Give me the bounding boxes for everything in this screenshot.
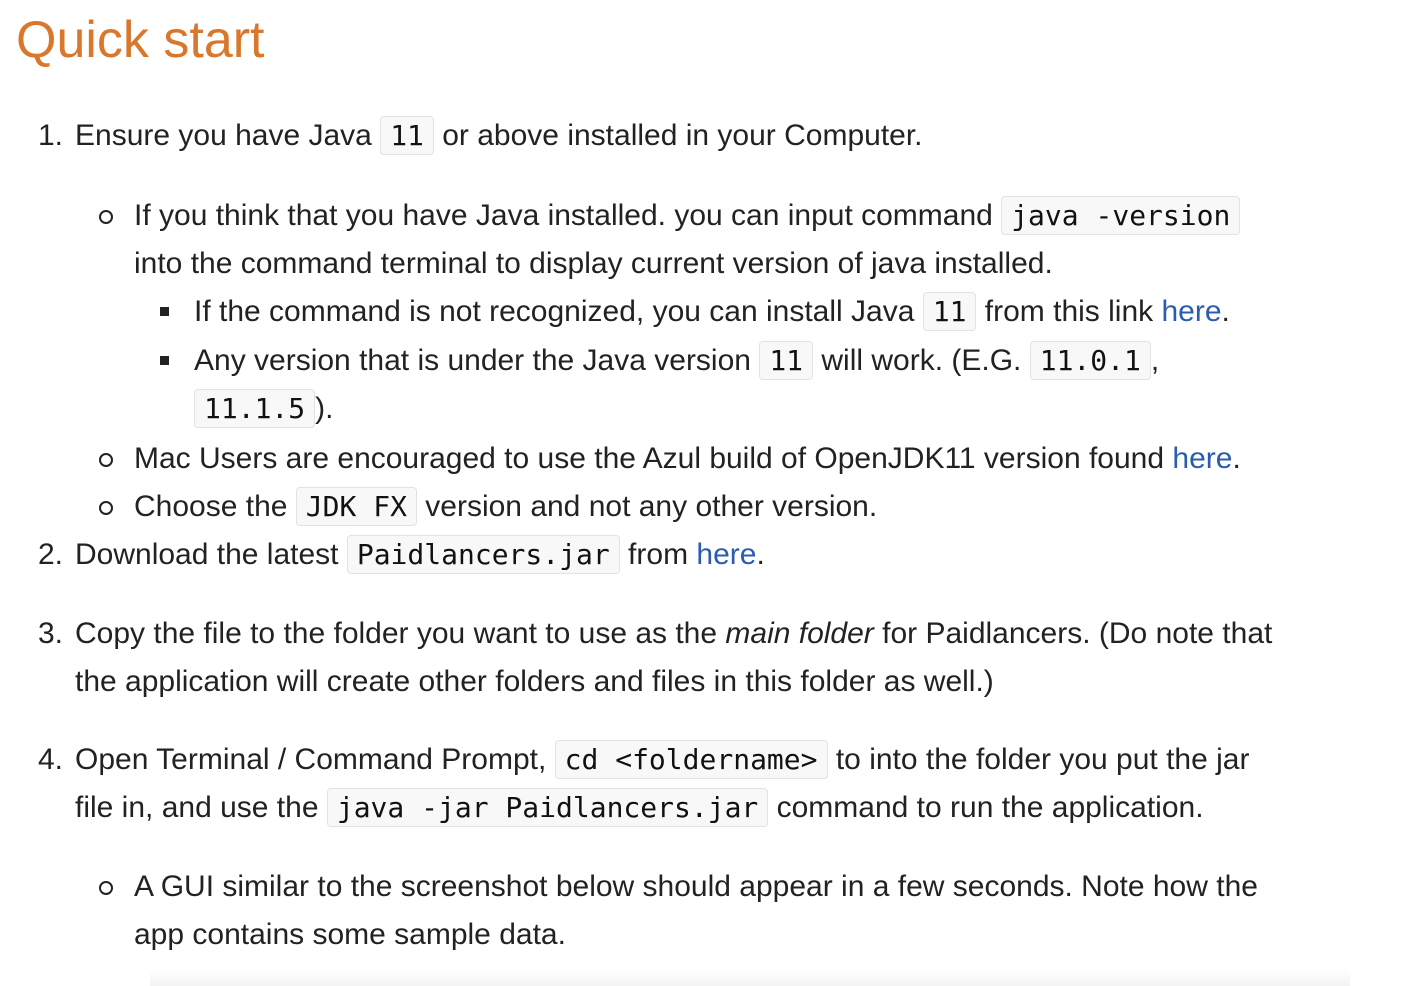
step-3-text: Copy the file to the folder you want to … bbox=[75, 610, 1272, 658]
step-2-post: . bbox=[756, 538, 765, 571]
screenshot-preview-edge bbox=[150, 970, 1350, 986]
step-3-pre: Copy the file to the folder you want to … bbox=[75, 617, 726, 650]
sub-bullet-install-post: . bbox=[1221, 295, 1230, 328]
comma: , bbox=[1150, 344, 1160, 377]
step-2-mid: from bbox=[619, 538, 697, 571]
step-2-number: 2. bbox=[38, 538, 64, 571]
square-bullet-icon bbox=[160, 356, 169, 365]
azul-openjdk-link[interactable]: here bbox=[1172, 442, 1232, 475]
step-4-line2-pre: file in, and use the bbox=[75, 791, 327, 824]
circle-bullet-icon bbox=[99, 501, 113, 515]
step-1-post: or above installed in your Computer. bbox=[433, 119, 923, 152]
bullet-jdk-post: version and not any other version. bbox=[416, 490, 878, 523]
bullet-jdk-pre: Choose the bbox=[134, 490, 296, 523]
step-4-text: Open Terminal / Command Prompt, cd <fold… bbox=[75, 736, 1249, 784]
step-1-number: 1. bbox=[38, 119, 64, 152]
sub-bullet-version-pre: Any version that is under the Java versi… bbox=[194, 344, 760, 377]
circle-bullet-icon bbox=[99, 881, 113, 895]
bullet-jdk-fx: Choose the JDK FX version and not any ot… bbox=[134, 483, 877, 531]
readme-page: Quick start 1. Ensure you have Java 11 o… bbox=[0, 0, 1410, 986]
java-11-code: 11 bbox=[922, 292, 977, 331]
bullet-check-java-pre: If you think that you have Java installe… bbox=[134, 199, 1002, 232]
sub-bullet-install-pre: If the command is not recognized, you ca… bbox=[194, 295, 923, 328]
version-11-0-1-code: 11.0.1 bbox=[1029, 341, 1151, 380]
jdk-fx-code: JDK FX bbox=[295, 487, 417, 526]
java-download-link[interactable]: here bbox=[1161, 295, 1221, 328]
step-3-number: 3. bbox=[38, 617, 64, 650]
version-11-1-5-code: 11.1.5 bbox=[194, 389, 316, 428]
step-4-number: 4. bbox=[38, 743, 64, 776]
sub-bullet-any-version-line2: 11.1.5). bbox=[194, 385, 333, 433]
java-11-code: 11 bbox=[759, 341, 814, 380]
circle-bullet-icon bbox=[99, 210, 113, 224]
step-1-text: Ensure you have Java 11 or above install… bbox=[75, 112, 923, 160]
square-bullet-icon bbox=[160, 307, 169, 316]
java-jar-command-code: java -jar Paidlancers.jar bbox=[326, 788, 769, 827]
page-title: Quick start bbox=[16, 11, 265, 69]
bullet-gui-appear-line2: app contains some sample data. bbox=[134, 918, 566, 951]
bullet-mac-pre: Mac Users are encouraged to use the Azul… bbox=[134, 442, 1173, 475]
step-4-line2: file in, and use the java -jar Paidlance… bbox=[75, 784, 1204, 832]
step-4-line2-post: command to run the application. bbox=[768, 791, 1204, 824]
circle-bullet-icon bbox=[99, 453, 113, 467]
java-version-command-code: java -version bbox=[1001, 196, 1241, 235]
sub-bullet-any-version: Any version that is under the Java versi… bbox=[194, 337, 1159, 385]
java-version-code: 11 bbox=[380, 116, 434, 155]
step-3-line2: the application will create other folder… bbox=[75, 665, 994, 698]
jar-file-code: Paidlancers.jar bbox=[346, 535, 620, 574]
bullet-gui-appear: A GUI similar to the screenshot below sh… bbox=[134, 870, 1258, 903]
main-folder-emphasis: main folder bbox=[725, 617, 874, 650]
step-2-text: Download the latest Paidlancers.jar from… bbox=[75, 531, 765, 579]
sub-bullet-install-mid: from this link bbox=[976, 295, 1162, 328]
step-4-mid: to into the folder you put the jar bbox=[827, 743, 1250, 776]
step-3-post: for Paidlancers. (Do note that bbox=[873, 617, 1273, 650]
bullet-check-java-line2: into the command terminal to display cur… bbox=[134, 247, 1053, 280]
sub-bullet-install-java: If the command is not recognized, you ca… bbox=[194, 288, 1230, 336]
step-2-pre: Download the latest bbox=[75, 538, 347, 571]
sub-bullet-version-mid: will work. (E.G. bbox=[813, 344, 1030, 377]
step-4-pre: Open Terminal / Command Prompt, bbox=[75, 743, 555, 776]
bullet-mac-post: . bbox=[1232, 442, 1241, 475]
sub-bullet-version-post: ). bbox=[315, 392, 334, 425]
bullet-check-java: If you think that you have Java installe… bbox=[134, 192, 1241, 240]
jar-download-link[interactable]: here bbox=[696, 538, 756, 571]
step-1-pre: Ensure you have Java bbox=[75, 119, 381, 152]
cd-command-code: cd <foldername> bbox=[554, 740, 828, 779]
bullet-mac-users: Mac Users are encouraged to use the Azul… bbox=[134, 435, 1241, 483]
